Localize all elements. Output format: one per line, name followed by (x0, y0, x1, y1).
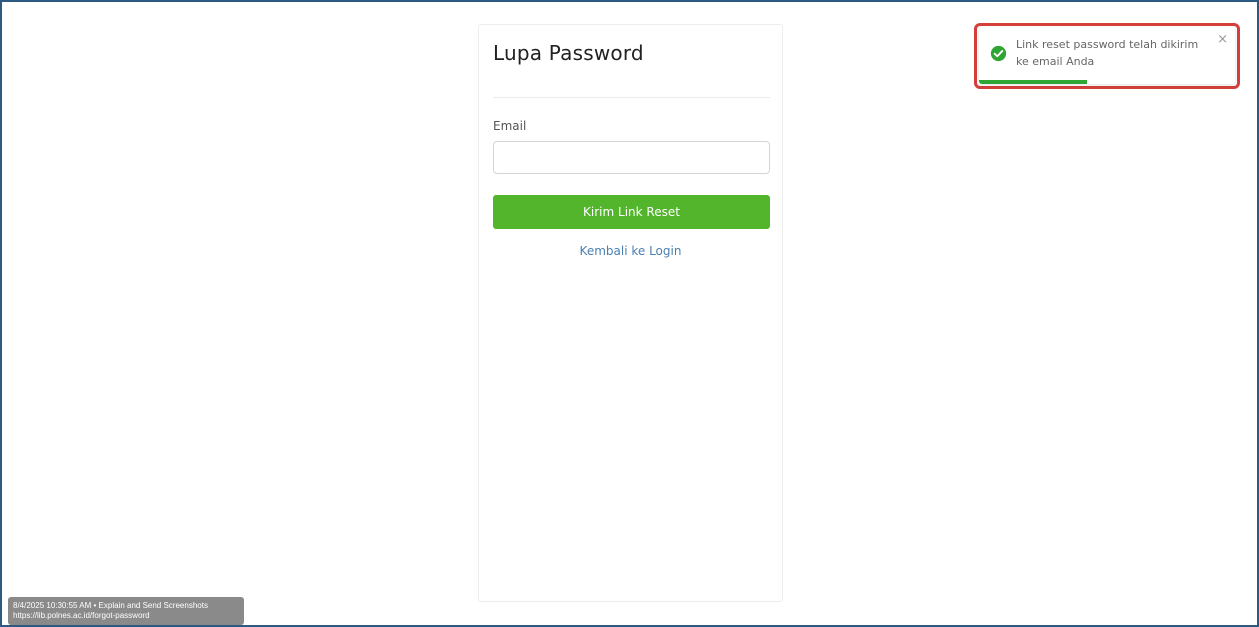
send-reset-link-button[interactable]: Kirim Link Reset (493, 195, 770, 229)
success-toast: Link reset password telah dikirim ke ema… (979, 28, 1235, 84)
close-icon[interactable]: × (1217, 33, 1228, 46)
forgot-password-card: Lupa Password Email Kirim Link Reset Kem… (478, 24, 783, 602)
caption-timestamp: 8/4/2025 10:30:55 AM • Explain and Send … (13, 601, 208, 610)
back-to-login-link[interactable]: Kembali ke Login (479, 244, 782, 258)
check-circle-icon (990, 45, 1007, 62)
screenshot-caption: 8/4/2025 10:30:55 AM • Explain and Send … (8, 597, 244, 625)
page-title: Lupa Password (493, 41, 644, 65)
app-window: Lupa Password Email Kirim Link Reset Kem… (0, 0, 1259, 627)
email-field[interactable] (493, 141, 770, 174)
caption-url: https://lib.polnes.ac.id/forgot-password (13, 611, 150, 620)
toast-message: Link reset password telah dikirim ke ema… (1016, 38, 1199, 68)
email-label: Email (493, 119, 527, 133)
title-divider (493, 97, 770, 98)
toast-progress-bar (979, 80, 1087, 84)
